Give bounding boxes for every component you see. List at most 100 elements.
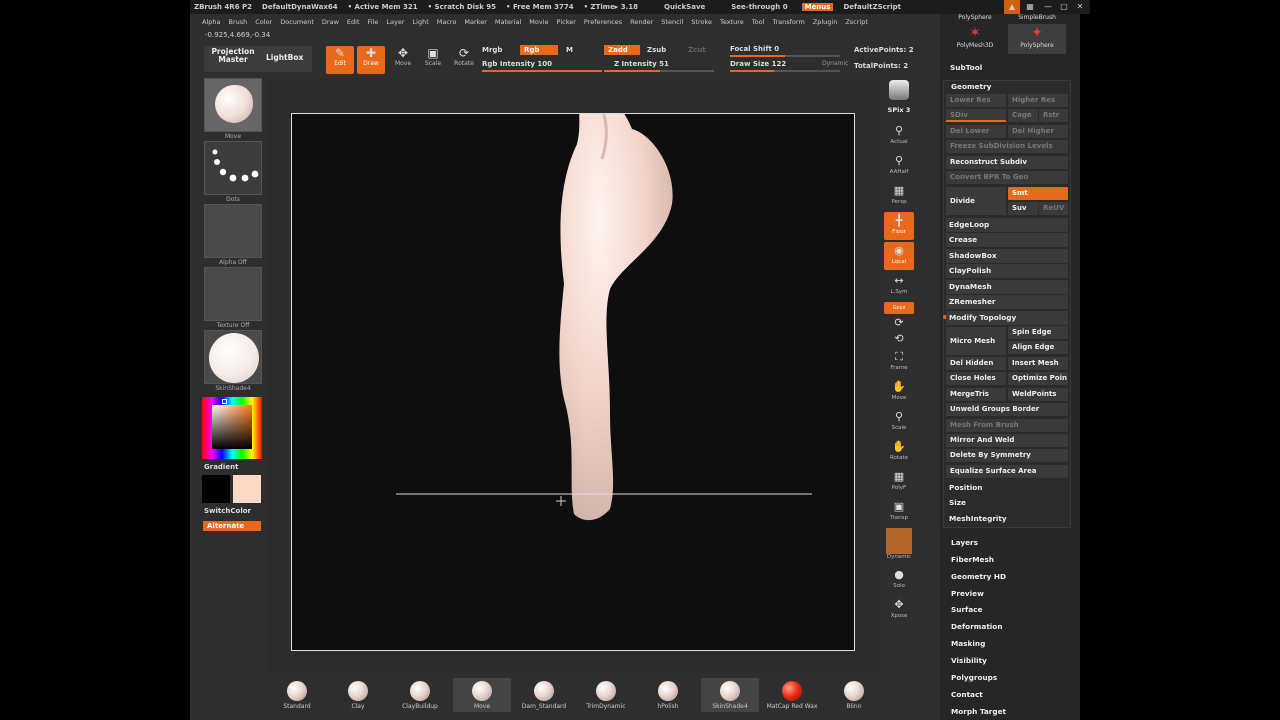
reconstruct-subdiv-button[interactable]: Reconstruct Subdiv xyxy=(946,156,1068,169)
zcut-button[interactable]: Zcut xyxy=(688,46,706,54)
brush-standard[interactable]: Standard xyxy=(268,678,326,712)
brush-clay[interactable]: Clay xyxy=(329,678,387,712)
rotation-axis-z-button[interactable]: ⟲ xyxy=(884,332,914,346)
delete-by-symmetry-button[interactable]: Delete By Symmetry xyxy=(946,449,1068,462)
focal-shift-track[interactable] xyxy=(730,55,840,57)
brush-move[interactable]: Move xyxy=(453,678,511,712)
menu-stroke[interactable]: Stroke xyxy=(691,18,712,26)
zremesher-subpalette[interactable]: ZRemesher xyxy=(946,295,1068,309)
menu-document[interactable]: Document xyxy=(280,18,314,26)
subpalette-morph-target[interactable]: Morph Target xyxy=(951,707,1006,716)
close-icon[interactable]: ✕ xyxy=(1072,0,1088,14)
draw-size-track[interactable] xyxy=(730,70,840,72)
projection-master-button[interactable]: Projection Master xyxy=(204,46,262,72)
secondary-color-swatch[interactable] xyxy=(202,475,230,503)
z-intensity-slider[interactable]: Z Intensity 51 xyxy=(614,60,669,68)
simplebrush-caption[interactable]: SimpleBrush xyxy=(1008,14,1066,22)
default-zscript-button[interactable]: DefaultZScript xyxy=(843,3,901,11)
document-canvas[interactable] xyxy=(291,90,855,651)
brush-trimdynamic[interactable]: TrimDynamic xyxy=(577,678,635,712)
subpalette-deformation[interactable]: Deformation xyxy=(951,622,1003,631)
subpalette-surface[interactable]: Surface xyxy=(951,605,982,614)
freeze-subdivision-button[interactable]: Freeze SubDivision Levels xyxy=(946,140,1068,153)
menu-file[interactable]: File xyxy=(368,18,379,26)
menu-zplugin[interactable]: Zplugin xyxy=(813,18,838,26)
material-thumbnail[interactable] xyxy=(204,330,262,384)
lsym-button[interactable]: ↔ L.Sym xyxy=(884,272,914,300)
align-edge-button[interactable]: Align Edge xyxy=(1008,341,1068,354)
brush-hpolish[interactable]: hPolish xyxy=(639,678,697,712)
material-blinn[interactable]: Blinn xyxy=(825,678,883,712)
rotate-mode-button[interactable]: ⟳ Rotate xyxy=(451,46,477,74)
edit-mode-button[interactable]: ✎ Edit xyxy=(326,46,354,74)
color-picker[interactable] xyxy=(202,397,262,459)
menu-picker[interactable]: Picker xyxy=(557,18,576,26)
crease-subpalette[interactable]: Crease xyxy=(946,233,1068,247)
claypolish-subpalette[interactable]: ClayPolish xyxy=(946,264,1068,278)
m-button[interactable]: M xyxy=(566,46,573,54)
transp-button[interactable]: ▣ Transp xyxy=(884,498,914,526)
draw-mode-button[interactable]: ✚ Draw xyxy=(357,46,385,74)
sdiv-track[interactable] xyxy=(946,120,1006,122)
subpalette-geometry-hd[interactable]: Geometry HD xyxy=(951,572,1006,581)
quicksave-button[interactable]: QuickSave xyxy=(664,3,705,11)
mrgb-button[interactable]: Mrgb xyxy=(482,46,502,54)
move-view-button[interactable]: ✋ Move xyxy=(884,378,914,406)
optimize-points-button[interactable]: Optimize Poin xyxy=(1008,372,1068,385)
insert-mesh-button[interactable]: Insert Mesh xyxy=(1008,357,1068,370)
brush-dam-standard[interactable]: Dam_Standard xyxy=(515,678,573,712)
subpalette-preview[interactable]: Preview xyxy=(951,589,984,598)
layout-icon[interactable]: ▦ xyxy=(1022,0,1038,14)
color-square[interactable] xyxy=(212,405,252,449)
menu-alpha[interactable]: Alpha xyxy=(202,18,220,26)
material-matcap-red-wax[interactable]: MatCap Red Wax xyxy=(763,678,821,712)
help-icon[interactable]: ▲ xyxy=(1004,0,1020,14)
spix-slider[interactable]: SPix 3 xyxy=(884,106,914,120)
persp-button[interactable]: ▦ Persp xyxy=(884,182,914,210)
texture-thumbnail[interactable] xyxy=(204,267,262,321)
rotation-axis-y-button[interactable]: ⟳ xyxy=(884,316,914,330)
bpr-render-button[interactable] xyxy=(884,80,914,106)
actual-button[interactable]: ⚲ Actual xyxy=(884,122,914,150)
brush-thumbnail[interactable] xyxy=(204,78,262,132)
dynamesh-subpalette[interactable]: DynaMesh xyxy=(946,280,1068,294)
local-button[interactable]: ◉ Local xyxy=(884,242,914,270)
mirror-and-weld-button[interactable]: Mirror And Weld xyxy=(946,434,1068,447)
suv-toggle[interactable]: Suv xyxy=(1008,202,1038,215)
alpha-thumbnail[interactable] xyxy=(204,204,262,258)
scale-view-button[interactable]: ⚲ Scale xyxy=(884,408,914,436)
rgb-button[interactable]: Rgb xyxy=(520,45,558,55)
unweld-groups-border-button[interactable]: Unweld Groups Border xyxy=(946,403,1068,416)
subpalette-visibility[interactable]: Visibility xyxy=(951,656,987,665)
menu-light[interactable]: Light xyxy=(413,18,429,26)
hue-marker[interactable] xyxy=(222,399,227,404)
menu-transform[interactable]: Transform xyxy=(772,18,804,26)
z-intensity-track[interactable] xyxy=(604,70,714,72)
menu-color[interactable]: Color xyxy=(255,18,272,26)
alternate-button[interactable]: Alternate xyxy=(203,521,261,531)
smt-toggle[interactable]: Smt xyxy=(1008,187,1068,200)
rotate-view-button[interactable]: ✋ Rotate xyxy=(884,438,914,466)
del-hidden-button[interactable]: Del Hidden xyxy=(946,357,1006,370)
cage-button[interactable]: Cage xyxy=(1008,109,1038,122)
shadowbox-subpalette[interactable]: ShadowBox xyxy=(946,249,1068,263)
polysphere-tool[interactable]: ✦ PolySphere xyxy=(1008,24,1066,54)
del-higher-button[interactable]: Del Higher xyxy=(1008,125,1068,138)
zsub-button[interactable]: Zsub xyxy=(647,46,666,54)
polysphere-top-caption[interactable]: PolySphere xyxy=(946,14,1004,22)
menu-stencil[interactable]: Stencil xyxy=(661,18,683,26)
menu-material[interactable]: Material xyxy=(495,18,521,26)
spin-edge-button[interactable]: Spin Edge xyxy=(1008,326,1068,339)
sculpted-mesh[interactable] xyxy=(559,90,673,521)
primary-color-swatch[interactable] xyxy=(233,475,261,503)
subpalette-layers[interactable]: Layers xyxy=(951,538,978,547)
lower-res-button[interactable]: Lower Res xyxy=(946,94,1006,107)
gradient-toggle[interactable]: Gradient xyxy=(204,463,266,471)
menu-movie[interactable]: Movie xyxy=(529,18,548,26)
menu-edit[interactable]: Edit xyxy=(347,18,360,26)
solo-button[interactable]: ● Solo xyxy=(884,566,914,594)
menu-texture[interactable]: Texture xyxy=(720,18,744,26)
menu-zscript[interactable]: Zscript xyxy=(845,18,868,26)
edgeloop-subpalette[interactable]: EdgeLoop xyxy=(946,218,1068,232)
frame-button[interactable]: ⛶ Frame xyxy=(884,348,914,376)
